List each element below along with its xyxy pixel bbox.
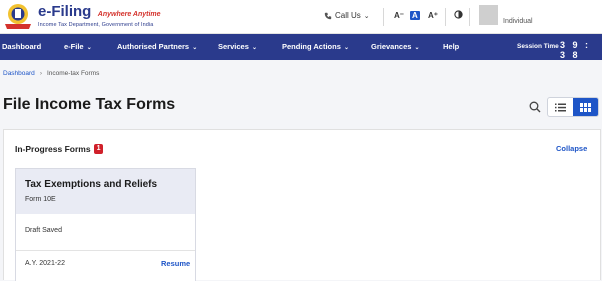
resume-button[interactable]: Resume <box>161 259 190 268</box>
top-header: e-Filing Anywhere Anytime Income Tax Dep… <box>0 0 602 34</box>
form-card: Tax Exemptions and Reliefs Form 10E Draf… <box>15 168 196 281</box>
call-us-label: Call Us <box>335 11 361 20</box>
font-normal-button[interactable]: A <box>410 11 420 20</box>
divider <box>445 8 446 26</box>
nav-label: Pending Actions <box>282 42 341 51</box>
brand-department: Income Tax Department, Government of Ind… <box>38 22 154 28</box>
nav-item-help[interactable]: Help <box>443 42 459 51</box>
nav-item-dashboard[interactable]: Dashboard <box>2 42 41 51</box>
breadcrumb-separator: › <box>39 70 42 77</box>
chevron-down-icon: ⌄ <box>343 45 350 51</box>
breadcrumb: Dashboard › Income-tax Forms <box>3 70 99 77</box>
brand-tagline: Anywhere Anytime <box>97 11 161 18</box>
chevron-down-icon: ⌄ <box>251 45 257 51</box>
grid-view-button[interactable] <box>573 98 598 116</box>
divider <box>383 8 384 26</box>
form-card-status: Draft Saved <box>25 227 62 234</box>
main-nav: Dashboard e-File ⌄ Authorised Partners ⌄… <box>0 34 602 60</box>
user-role: Individual <box>503 18 533 25</box>
brand[interactable]: e-Filing Anywhere Anytime Income Tax Dep… <box>38 3 161 29</box>
divider <box>469 8 470 26</box>
list-view-button[interactable] <box>548 98 573 116</box>
avatar[interactable] <box>479 5 498 25</box>
session-time-label: Session Time <box>517 43 559 50</box>
font-increase-button[interactable]: A⁺ <box>428 11 438 20</box>
nav-label: Dashboard <box>2 42 42 51</box>
emblem-logo-icon <box>5 4 31 29</box>
form-card-title: Tax Exemptions and Reliefs <box>25 179 158 190</box>
nav-label: Services <box>218 42 249 51</box>
view-toggle <box>547 97 599 117</box>
session-timer: 3 9 : 3 8 <box>560 40 591 60</box>
brand-title: e-Filing <box>38 3 92 20</box>
list-icon <box>555 103 566 111</box>
form-card-form-number: Form 10E <box>25 196 56 203</box>
count-badge: 1 <box>93 144 104 154</box>
nav-item-e-file[interactable]: e-File ⌄ <box>64 42 92 51</box>
nav-label: Grievances <box>371 42 412 51</box>
in-progress-heading: In-Progress Forms 1 <box>15 144 104 154</box>
form-card-header <box>16 169 195 214</box>
form-card-assessment-year: A.Y. 2021-22 <box>25 260 65 267</box>
contrast-icon[interactable] <box>454 10 463 19</box>
collapse-link[interactable]: Collapse <box>556 144 587 153</box>
chevron-down-icon: ⌄ <box>363 12 370 20</box>
chevron-down-icon: ⌄ <box>192 45 198 51</box>
in-progress-label: In-Progress Forms <box>15 144 91 154</box>
chevron-down-icon: ⌄ <box>414 45 420 51</box>
nav-label: Authorised Partners <box>117 42 190 51</box>
nav-item-grievances[interactable]: Grievances ⌄ <box>371 42 420 51</box>
divider <box>16 250 195 251</box>
chevron-down-icon: ⌄ <box>86 45 92 51</box>
breadcrumb-current: Income-tax Forms <box>46 70 100 77</box>
nav-item-pending-actions[interactable]: Pending Actions ⌄ <box>282 42 349 51</box>
nav-label: Help <box>443 42 460 51</box>
font-decrease-button[interactable]: A⁻ <box>394 11 404 20</box>
phone-icon <box>324 12 332 19</box>
call-us-dropdown[interactable]: Call Us ⌄ <box>324 11 370 20</box>
page-title: File Income Tax Forms <box>3 96 176 113</box>
breadcrumb-dashboard[interactable]: Dashboard <box>3 70 35 77</box>
grid-icon <box>580 102 591 112</box>
nav-label: e-File <box>64 42 84 51</box>
search-icon[interactable] <box>529 101 541 113</box>
nav-item-authorised-partners[interactable]: Authorised Partners ⌄ <box>117 42 197 51</box>
nav-item-services[interactable]: Services ⌄ <box>218 42 257 51</box>
in-progress-panel: In-Progress Forms 1 Collapse Tax Exempti… <box>3 129 601 281</box>
